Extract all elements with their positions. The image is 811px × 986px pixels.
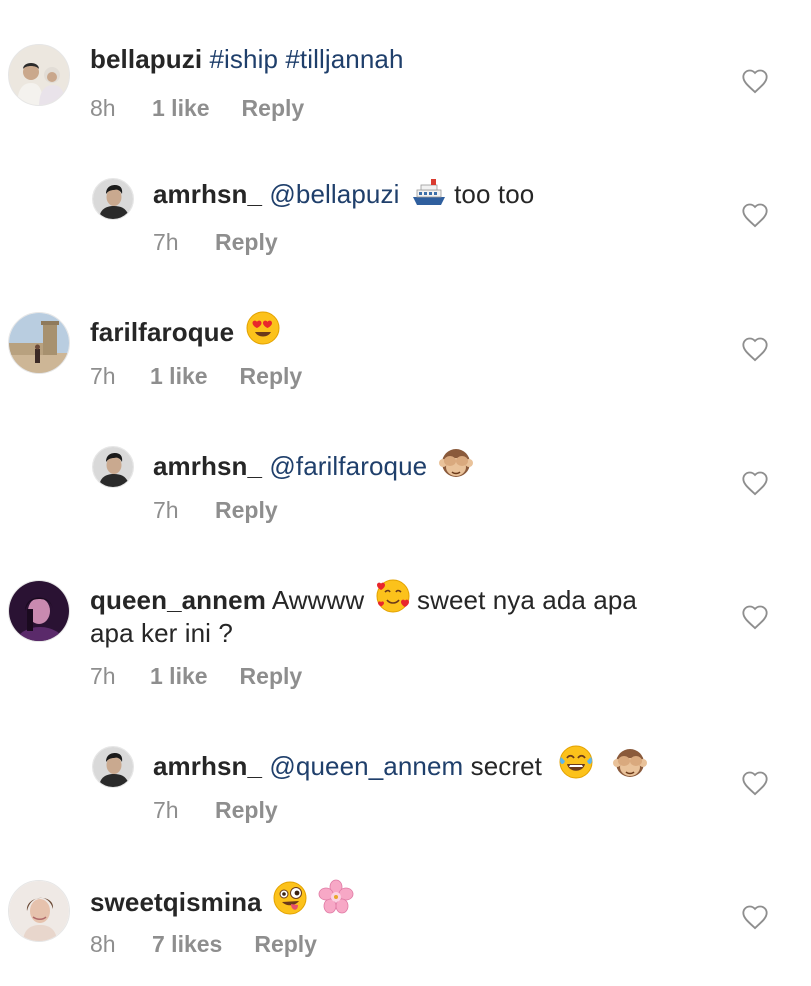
- couple-wedding-photo-icon: [9, 45, 69, 105]
- username[interactable]: amrhsn_: [153, 179, 262, 209]
- comment-text: secret: [463, 751, 543, 781]
- like-count[interactable]: 1 like: [150, 363, 208, 390]
- avatar[interactable]: [8, 580, 70, 642]
- username[interactable]: amrhsn_: [153, 451, 262, 481]
- avatar[interactable]: [92, 178, 134, 220]
- reply-button[interactable]: Reply: [215, 497, 278, 524]
- smiling-face-with-hearts-emoji-icon: [376, 579, 410, 613]
- username[interactable]: queen_annem: [90, 585, 266, 615]
- username[interactable]: bellapuzi: [90, 44, 202, 74]
- mention[interactable]: @bellapuzi: [269, 179, 399, 209]
- like-heart-icon[interactable]: [741, 770, 769, 796]
- comment-text-continued: sweet nya ada apa: [416, 585, 637, 615]
- like-heart-icon[interactable]: [741, 202, 769, 228]
- avatar[interactable]: [92, 746, 134, 788]
- woman-portrait-purple-icon: [9, 581, 69, 641]
- woman-portrait-icon: [9, 881, 69, 941]
- ship-emoji-icon: [412, 179, 445, 205]
- like-heart-icon[interactable]: [741, 904, 769, 930]
- avatar[interactable]: [8, 880, 70, 942]
- timestamp: 7h: [90, 363, 116, 389]
- reply-button[interactable]: Reply: [240, 363, 303, 390]
- reply-button[interactable]: Reply: [215, 229, 278, 256]
- see-no-evil-monkey-emoji-icon: [612, 749, 647, 777]
- username[interactable]: sweetqismina: [90, 887, 262, 917]
- timestamp: 7h: [90, 663, 116, 689]
- like-heart-icon[interactable]: [741, 604, 769, 630]
- timestamp: 8h: [90, 95, 116, 121]
- avatar[interactable]: [8, 312, 70, 374]
- username[interactable]: amrhsn_: [153, 751, 262, 781]
- hashtags[interactable]: #iship #tilljannah: [209, 44, 403, 74]
- timestamp: 7h: [153, 497, 179, 523]
- person-in-front-of-tower-icon: [9, 313, 69, 373]
- like-count[interactable]: 1 like: [152, 95, 210, 122]
- username[interactable]: farilfaroque: [90, 317, 234, 347]
- avatar[interactable]: [8, 44, 70, 106]
- mention[interactable]: @farilfaroque: [269, 451, 427, 481]
- comment-text: too too: [454, 179, 535, 209]
- timestamp: 8h: [90, 931, 116, 957]
- comment-text-line2: apa ker ini ?: [90, 618, 233, 648]
- man-portrait-icon: [93, 747, 134, 788]
- zany-face-emoji-icon: [273, 881, 307, 915]
- like-heart-icon[interactable]: [741, 336, 769, 362]
- reply-button[interactable]: Reply: [215, 797, 278, 824]
- timestamp: 7h: [153, 229, 179, 255]
- man-portrait-icon: [93, 447, 134, 488]
- reply-button[interactable]: Reply: [254, 931, 317, 958]
- reply-button[interactable]: Reply: [240, 663, 303, 690]
- heart-eyes-emoji-icon: [246, 311, 280, 345]
- comment-text: Awwww: [271, 585, 365, 615]
- mention[interactable]: @queen_annem: [269, 751, 463, 781]
- like-count[interactable]: 1 like: [150, 663, 208, 690]
- see-no-evil-monkey-emoji-icon: [438, 449, 473, 477]
- timestamp: 7h: [153, 797, 179, 823]
- man-portrait-icon: [93, 179, 134, 220]
- cherry-blossom-emoji-icon: [318, 879, 354, 914]
- tears-of-joy-emoji-icon: [559, 745, 593, 779]
- reply-button[interactable]: Reply: [242, 95, 305, 122]
- like-count[interactable]: 7 likes: [152, 931, 222, 958]
- like-heart-icon[interactable]: [741, 470, 769, 496]
- like-heart-icon[interactable]: [741, 68, 769, 94]
- avatar[interactable]: [92, 446, 134, 488]
